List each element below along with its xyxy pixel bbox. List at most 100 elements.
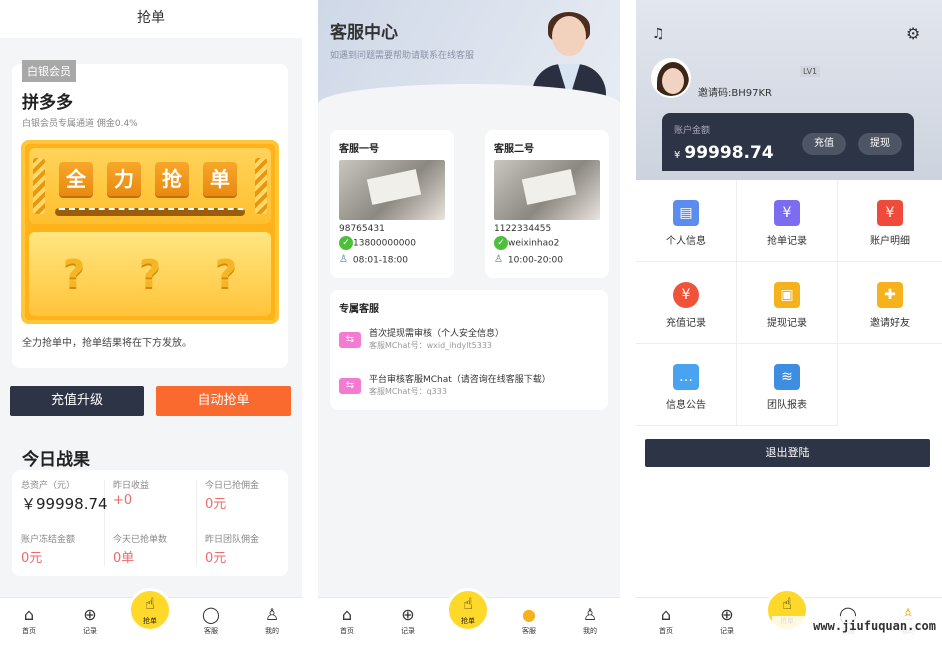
layers-icon: ≋	[774, 364, 800, 390]
money-bag-icon: ¥	[673, 282, 699, 308]
agent-head	[552, 16, 586, 56]
exclusive-item[interactable]: ⇆ 平台审核客服MChat（请咨询在线客服下载） 客服MChat号：q333	[339, 372, 599, 402]
stat-label: 今日已抢佣金	[205, 481, 260, 491]
hand-tap-icon: ☝	[782, 594, 792, 613]
exclusive-item-sub: 客服MChat号：q333	[369, 387, 447, 396]
menu-personal-info[interactable]: ▤ 个人信息	[636, 180, 737, 262]
menu-label: 个人信息	[666, 236, 706, 247]
stat-value: 0单	[113, 551, 135, 566]
home-icon: ⌂	[23, 605, 35, 624]
today-stats-card: 总资产（元） ￥99998.74 昨日收益 +0 今日已抢佣金 0元 账户冻结金…	[12, 470, 288, 576]
customer-service-screen: 客服中心 如遇到问题需要帮助请联系在线客服 客服一号 98765431 ✓ 138…	[318, 0, 620, 646]
tab-home[interactable]: ⌂ 首页	[9, 606, 49, 636]
stat-label: 昨日团队佣金	[205, 535, 260, 545]
person-icon: ♙	[494, 254, 503, 265]
exclusive-service-card: 专属客服 ⇆ 首次提现需审核（个人安全信息） 客服MChat号：wxid_ihd…	[330, 290, 608, 410]
balance-value: ¥99998.74	[674, 143, 774, 163]
recharge-button[interactable]: 充值	[802, 133, 846, 155]
question-mark-icon: ?	[139, 252, 162, 296]
home-icon: ⌂	[660, 605, 672, 624]
bottom-tab-bar: ⌂ 首页 ⊕ 记录 ☝ 抢单 ◯ 客服 ♙ 我的	[0, 588, 302, 646]
yen-circle-icon: ⊕	[401, 605, 415, 624]
tab-label: 客服	[204, 627, 218, 635]
agent-hours: 08:01-18:00	[352, 255, 408, 266]
slot-char: 单	[203, 162, 237, 196]
stat-value: +0	[113, 493, 133, 508]
exclusive-item-title: 首次提现需审核（个人安全信息）	[369, 329, 505, 339]
exclusive-title: 专属客服	[339, 304, 379, 315]
profile-screen: ♫ ⚙ LV1 邀请码:BH97KR 账户金额 ¥99998.74 充值 提现 …	[636, 0, 942, 646]
hand-tap-icon: ☝	[145, 594, 155, 613]
tab-label: 首页	[340, 627, 354, 635]
yen-circle-icon: ⊕	[720, 605, 734, 624]
home-icon: ⌂	[341, 605, 353, 624]
menu-recharge-records[interactable]: ¥ 充值记录	[636, 262, 737, 344]
menu-announcements[interactable]: … 信息公告	[636, 344, 737, 426]
menu-grab-records[interactable]: ¥ 抢单记录	[737, 180, 838, 262]
tab-label: 我的	[265, 627, 279, 635]
member-badge: 白银会员	[22, 60, 76, 82]
tab-home[interactable]: ⌂ 首页	[327, 606, 367, 636]
stat-team-commission: 昨日团队佣金 0元	[205, 532, 297, 566]
today-results-title: 今日战果	[22, 450, 90, 470]
menu-team-report[interactable]: ≋ 团队报表	[737, 344, 838, 426]
avatar-face	[662, 68, 684, 94]
slot-machine[interactable]: 全 力 抢 单 ? ? ?	[21, 140, 279, 324]
platform-card: 白银会员 拼多多 白银会员专属通道 佣金0.4% 全 力 抢 单 ? ? ? 全…	[12, 60, 288, 368]
exclusive-item-title: 平台审核客服MChat（请咨询在线客服下载）	[369, 375, 551, 385]
user-icon: ♙	[582, 605, 598, 624]
platform-subtitle: 白银会员专属通道 佣金0.4%	[22, 119, 138, 129]
menu-invite-friends[interactable]: ✚ 邀请好友	[838, 262, 942, 344]
stat-today-orders: 今天已抢单数 0单	[113, 532, 205, 566]
tab-service[interactable]: ● 客服	[509, 606, 549, 636]
tab-records[interactable]: ⊕ 记录	[70, 606, 110, 636]
logout-button[interactable]: 退出登陆	[645, 439, 930, 467]
tab-mine[interactable]: ♙ 我的	[570, 606, 610, 636]
menu-label: 团队报表	[767, 400, 807, 411]
slot-rail	[55, 208, 245, 216]
exclusive-item[interactable]: ⇆ 首次提现需审核（个人安全信息） 客服MChat号：wxid_ihdylt53…	[339, 326, 599, 356]
stat-label: 账户冻结金额	[21, 535, 76, 545]
tab-grab[interactable]: ☝ 抢单	[446, 588, 490, 632]
watermark: www.jiufuquan.com	[772, 616, 940, 636]
question-mark-icon: ?	[63, 252, 86, 296]
gear-icon[interactable]: ⚙	[906, 24, 920, 43]
stat-yesterday-income: 昨日收益 +0	[113, 478, 205, 508]
level-badge: LV1	[800, 66, 821, 77]
person-icon: ♙	[339, 254, 348, 265]
menu-grid: ▤ 个人信息 ¥ 抢单记录 ¥ 账户明细 ¥ 充值记录 ▣ 提现记录 ✚ 邀请好友 … 信息公…	[636, 180, 942, 426]
slot-char: 力	[107, 162, 141, 196]
tab-grab[interactable]: ☝ 抢单	[128, 588, 172, 632]
tab-records[interactable]: ⊕ 记录	[707, 606, 747, 636]
service-agent-card[interactable]: 客服一号 98765431 ✓ 13800000000 ♙ 08:01-18:00	[330, 130, 454, 278]
id-card-icon: ▤	[673, 200, 699, 226]
service-agent-card[interactable]: 客服二号 1122334455 ✓ weixinhao2 ♙ 10:00-20:0…	[485, 130, 609, 278]
stat-label: 今天已抢单数	[113, 535, 168, 545]
tab-mine[interactable]: ♙ 我的	[252, 606, 292, 636]
tab-service[interactable]: ◯ 客服	[191, 606, 231, 636]
balance-label: 账户金额	[674, 126, 711, 136]
stat-total-assets: 总资产（元） ￥99998.74	[21, 478, 113, 514]
tab-home[interactable]: ⌂ 首页	[646, 606, 686, 636]
avatar[interactable]	[651, 58, 691, 98]
page-subtitle: 如遇到问题需要帮助请联系在线客服	[330, 51, 475, 61]
user-icon: ♙	[264, 605, 280, 624]
check-icon: ✓	[339, 236, 353, 250]
recharge-upgrade-button[interactable]: 充值升级	[10, 386, 144, 416]
menu-withdraw-records[interactable]: ▣ 提现记录	[737, 262, 838, 344]
withdraw-button[interactable]: 提现	[858, 133, 902, 155]
balance-amount: 99998.74	[684, 143, 774, 163]
menu-account-detail[interactable]: ¥ 账户明细	[838, 180, 942, 262]
gift-icon: ✚	[877, 282, 903, 308]
chat-icon: …	[673, 364, 699, 390]
agent-name: 客服二号	[494, 144, 534, 155]
slot-char: 抢	[155, 162, 189, 196]
menu-label: 充值记录	[666, 318, 706, 329]
wallet-icon: ▣	[774, 282, 800, 308]
exclusive-item-sub: 客服MChat号：wxid_ihdylt5333	[369, 341, 492, 350]
exchange-icon: ⇆	[339, 378, 361, 394]
tab-records[interactable]: ⊕ 记录	[388, 606, 428, 636]
tab-label: 首页	[659, 627, 673, 635]
bell-icon[interactable]: ♫	[652, 26, 665, 42]
auto-grab-button[interactable]: 自动抢单	[156, 386, 291, 416]
